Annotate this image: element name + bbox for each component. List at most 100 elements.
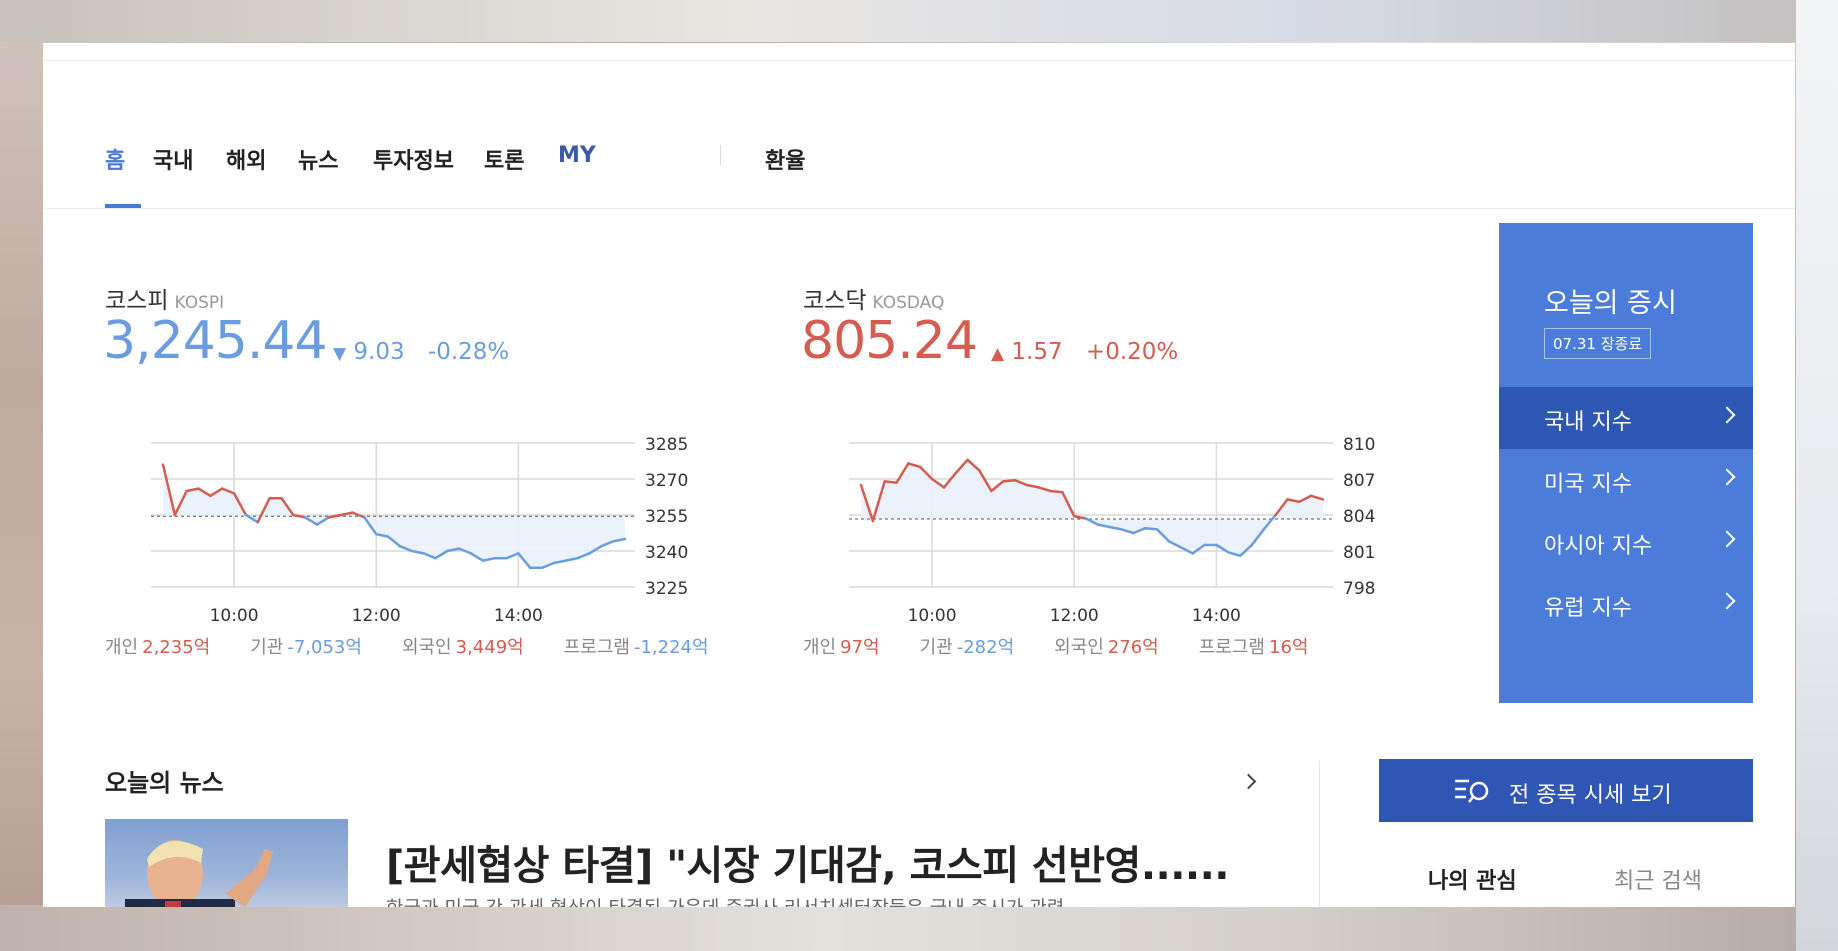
investor-value: -1,224억	[633, 637, 709, 658]
kosdaq-change-value: 1.57	[1011, 339, 1063, 365]
y-tick-label: 807	[1343, 471, 1375, 491]
chevron-right-icon	[1718, 530, 1736, 548]
chevron-right-icon[interactable]	[1240, 773, 1257, 790]
tab-discussion[interactable]: 토론	[484, 143, 524, 175]
tab-exchange-rate[interactable]: 환율	[765, 143, 805, 175]
main-frame: 홈 국내 해외 뉴스 투자정보 토론 MY 환율 코스피 KOSPI 3,245.…	[43, 43, 1795, 907]
chevron-right-icon	[1718, 468, 1736, 486]
x-tick-label: 14:00	[494, 606, 543, 626]
tab-overseas[interactable]: 해외	[226, 143, 266, 175]
tab-my-favorites[interactable]: 나의 관심	[1428, 863, 1517, 895]
market-panel-title: 오늘의 증시	[1544, 288, 1677, 319]
kospi-investors: 개인 2,235억 기관 -7,053억 외국인 3,449억 프로그램 -1,224억	[105, 633, 749, 659]
news-headline[interactable]: [관세협상 타결] "시장 기대감, 코스피 선반영......	[386, 833, 1230, 891]
market-item-label: 국내 지수	[1544, 410, 1632, 435]
market-item-label: 아시아 지수	[1544, 534, 1653, 559]
investor-label: 기관	[919, 637, 953, 658]
tab-news[interactable]: 뉴스	[298, 143, 338, 175]
market-item-label: 유럽 지수	[1544, 596, 1632, 621]
investor-label: 프로그램	[563, 637, 630, 658]
y-tick-label: 3270	[645, 471, 688, 491]
investor-item: 개인 97억	[803, 637, 880, 658]
y-tick-label: 3240	[645, 543, 688, 563]
y-tick-label: 810	[1343, 435, 1375, 455]
investor-value: 3,449억	[455, 637, 524, 658]
list-search-icon	[1453, 777, 1493, 809]
down-arrow-icon: ▼	[333, 344, 347, 364]
series-segment	[883, 480, 898, 484]
series-segment	[1144, 526, 1159, 531]
investor-item: 기관 -7,053억	[250, 637, 362, 658]
nav-separator	[720, 145, 721, 165]
kosdaq-change: ▲ 1.57 +0.20%	[991, 339, 1178, 365]
investor-label: 개인	[803, 637, 837, 658]
investor-label: 외국인	[401, 637, 452, 658]
market-item-europe[interactable]: 유럽 지수	[1499, 573, 1753, 635]
investor-label: 개인	[105, 637, 139, 658]
investor-item: 프로그램 16억	[1199, 637, 1309, 658]
tab-recent-search[interactable]: 최근 검색	[1614, 863, 1702, 895]
x-tick-label: 10:00	[210, 606, 259, 626]
tab-my[interactable]: MY	[558, 143, 596, 168]
top-nav: 홈 국내 해외 뉴스 투자정보 토론 MY 환율	[43, 61, 1795, 209]
tab-domestic[interactable]: 국내	[153, 143, 193, 175]
market-item-us[interactable]: 미국 지수	[1499, 449, 1753, 511]
news-section-title: 오늘의 뉴스	[105, 769, 224, 797]
kospi-code: KOSPI	[174, 293, 225, 313]
news-snippet[interactable]: 한국과 미국 간 관세 협상이 타결된 가운데 증권사 리서치센터장들은 국내 …	[386, 893, 1064, 907]
investor-item: 기관 -282억	[920, 637, 1015, 658]
investor-label: 프로그램	[1198, 637, 1265, 658]
investor-value: 276억	[1107, 637, 1159, 658]
active-tab-indicator	[105, 204, 141, 208]
market-item-label: 미국 지수	[1544, 472, 1632, 497]
chevron-right-icon	[1718, 406, 1736, 424]
y-tick-label: 798	[1343, 579, 1375, 599]
series-segment	[1049, 489, 1064, 494]
investor-item: 프로그램 -1,224억	[564, 637, 709, 658]
news-photo-icon	[125, 840, 273, 907]
market-item-asia[interactable]: 아시아 지수	[1499, 511, 1753, 573]
x-tick-label: 12:00	[352, 606, 401, 626]
investor-value: 2,235억	[142, 637, 211, 658]
y-tick-label: 801	[1343, 543, 1375, 563]
kosdaq-code: KOSDAQ	[872, 293, 945, 313]
x-tick-label: 14:00	[1192, 606, 1241, 626]
investor-value: 16억	[1269, 637, 1309, 658]
investor-item: 외국인 3,449억	[402, 637, 524, 658]
kospi-change-value: 9.03	[353, 339, 405, 365]
investor-label: 외국인	[1054, 637, 1104, 658]
kospi-change: ▼ 9.03 -0.28%	[333, 339, 509, 365]
all-stocks-label: 전 종목 시세 보기	[1509, 783, 1672, 808]
investor-item: 개인 2,235억	[105, 637, 210, 658]
series-segment	[1001, 478, 1017, 483]
kospi-change-pct: -0.28%	[427, 339, 510, 365]
kospi-value: 3,245.44	[103, 311, 328, 371]
kosdaq-investors: 개인 97억 기관 -282억 외국인 276억 프로그램 16억	[803, 633, 1348, 659]
all-stocks-button[interactable]: 전 종목 시세 보기	[1379, 759, 1753, 822]
y-tick-label: 3285	[645, 435, 688, 455]
up-arrow-icon: ▲	[991, 344, 1005, 364]
tab-home[interactable]: 홈	[105, 143, 125, 175]
kosdaq-value: 805.24	[801, 311, 978, 371]
kosdaq-chart: 810 807 804 801 798 10:00 12:00 14:00	[849, 435, 1375, 626]
y-tick-label: 804	[1343, 507, 1375, 527]
investor-value: -7,053억	[287, 637, 362, 658]
chevron-right-icon	[1718, 592, 1736, 610]
x-tick-label: 12:00	[1050, 606, 1099, 626]
y-tick-label: 3255	[645, 507, 688, 527]
kospi-chart: 3285 3270 3255 3240 3225 10:00 12:00 14:00	[151, 435, 688, 626]
kosdaq-change-pct: +0.20%	[1085, 339, 1179, 365]
market-panel: 오늘의 증시 07.31 장종료 국내 지수 미국 지수 아시아 지수 유럽 지…	[1499, 223, 1753, 703]
market-status-badge: 07.31 장종료	[1544, 328, 1652, 359]
x-tick-label: 10:00	[908, 606, 957, 626]
news-divider	[1319, 761, 1320, 907]
kosdaq-title[interactable]: 코스닥 KOSDAQ	[803, 281, 944, 315]
investor-item: 외국인 276억	[1054, 637, 1159, 658]
tab-invest-info[interactable]: 투자정보	[373, 143, 454, 175]
kospi-title[interactable]: 코스피 KOSPI	[105, 281, 224, 315]
news-thumbnail[interactable]	[105, 819, 348, 907]
investor-value: 97억	[840, 637, 880, 658]
investor-value: -282억	[956, 637, 1015, 658]
market-item-domestic[interactable]: 국내 지수	[1499, 387, 1753, 449]
y-tick-label: 3225	[645, 579, 688, 599]
